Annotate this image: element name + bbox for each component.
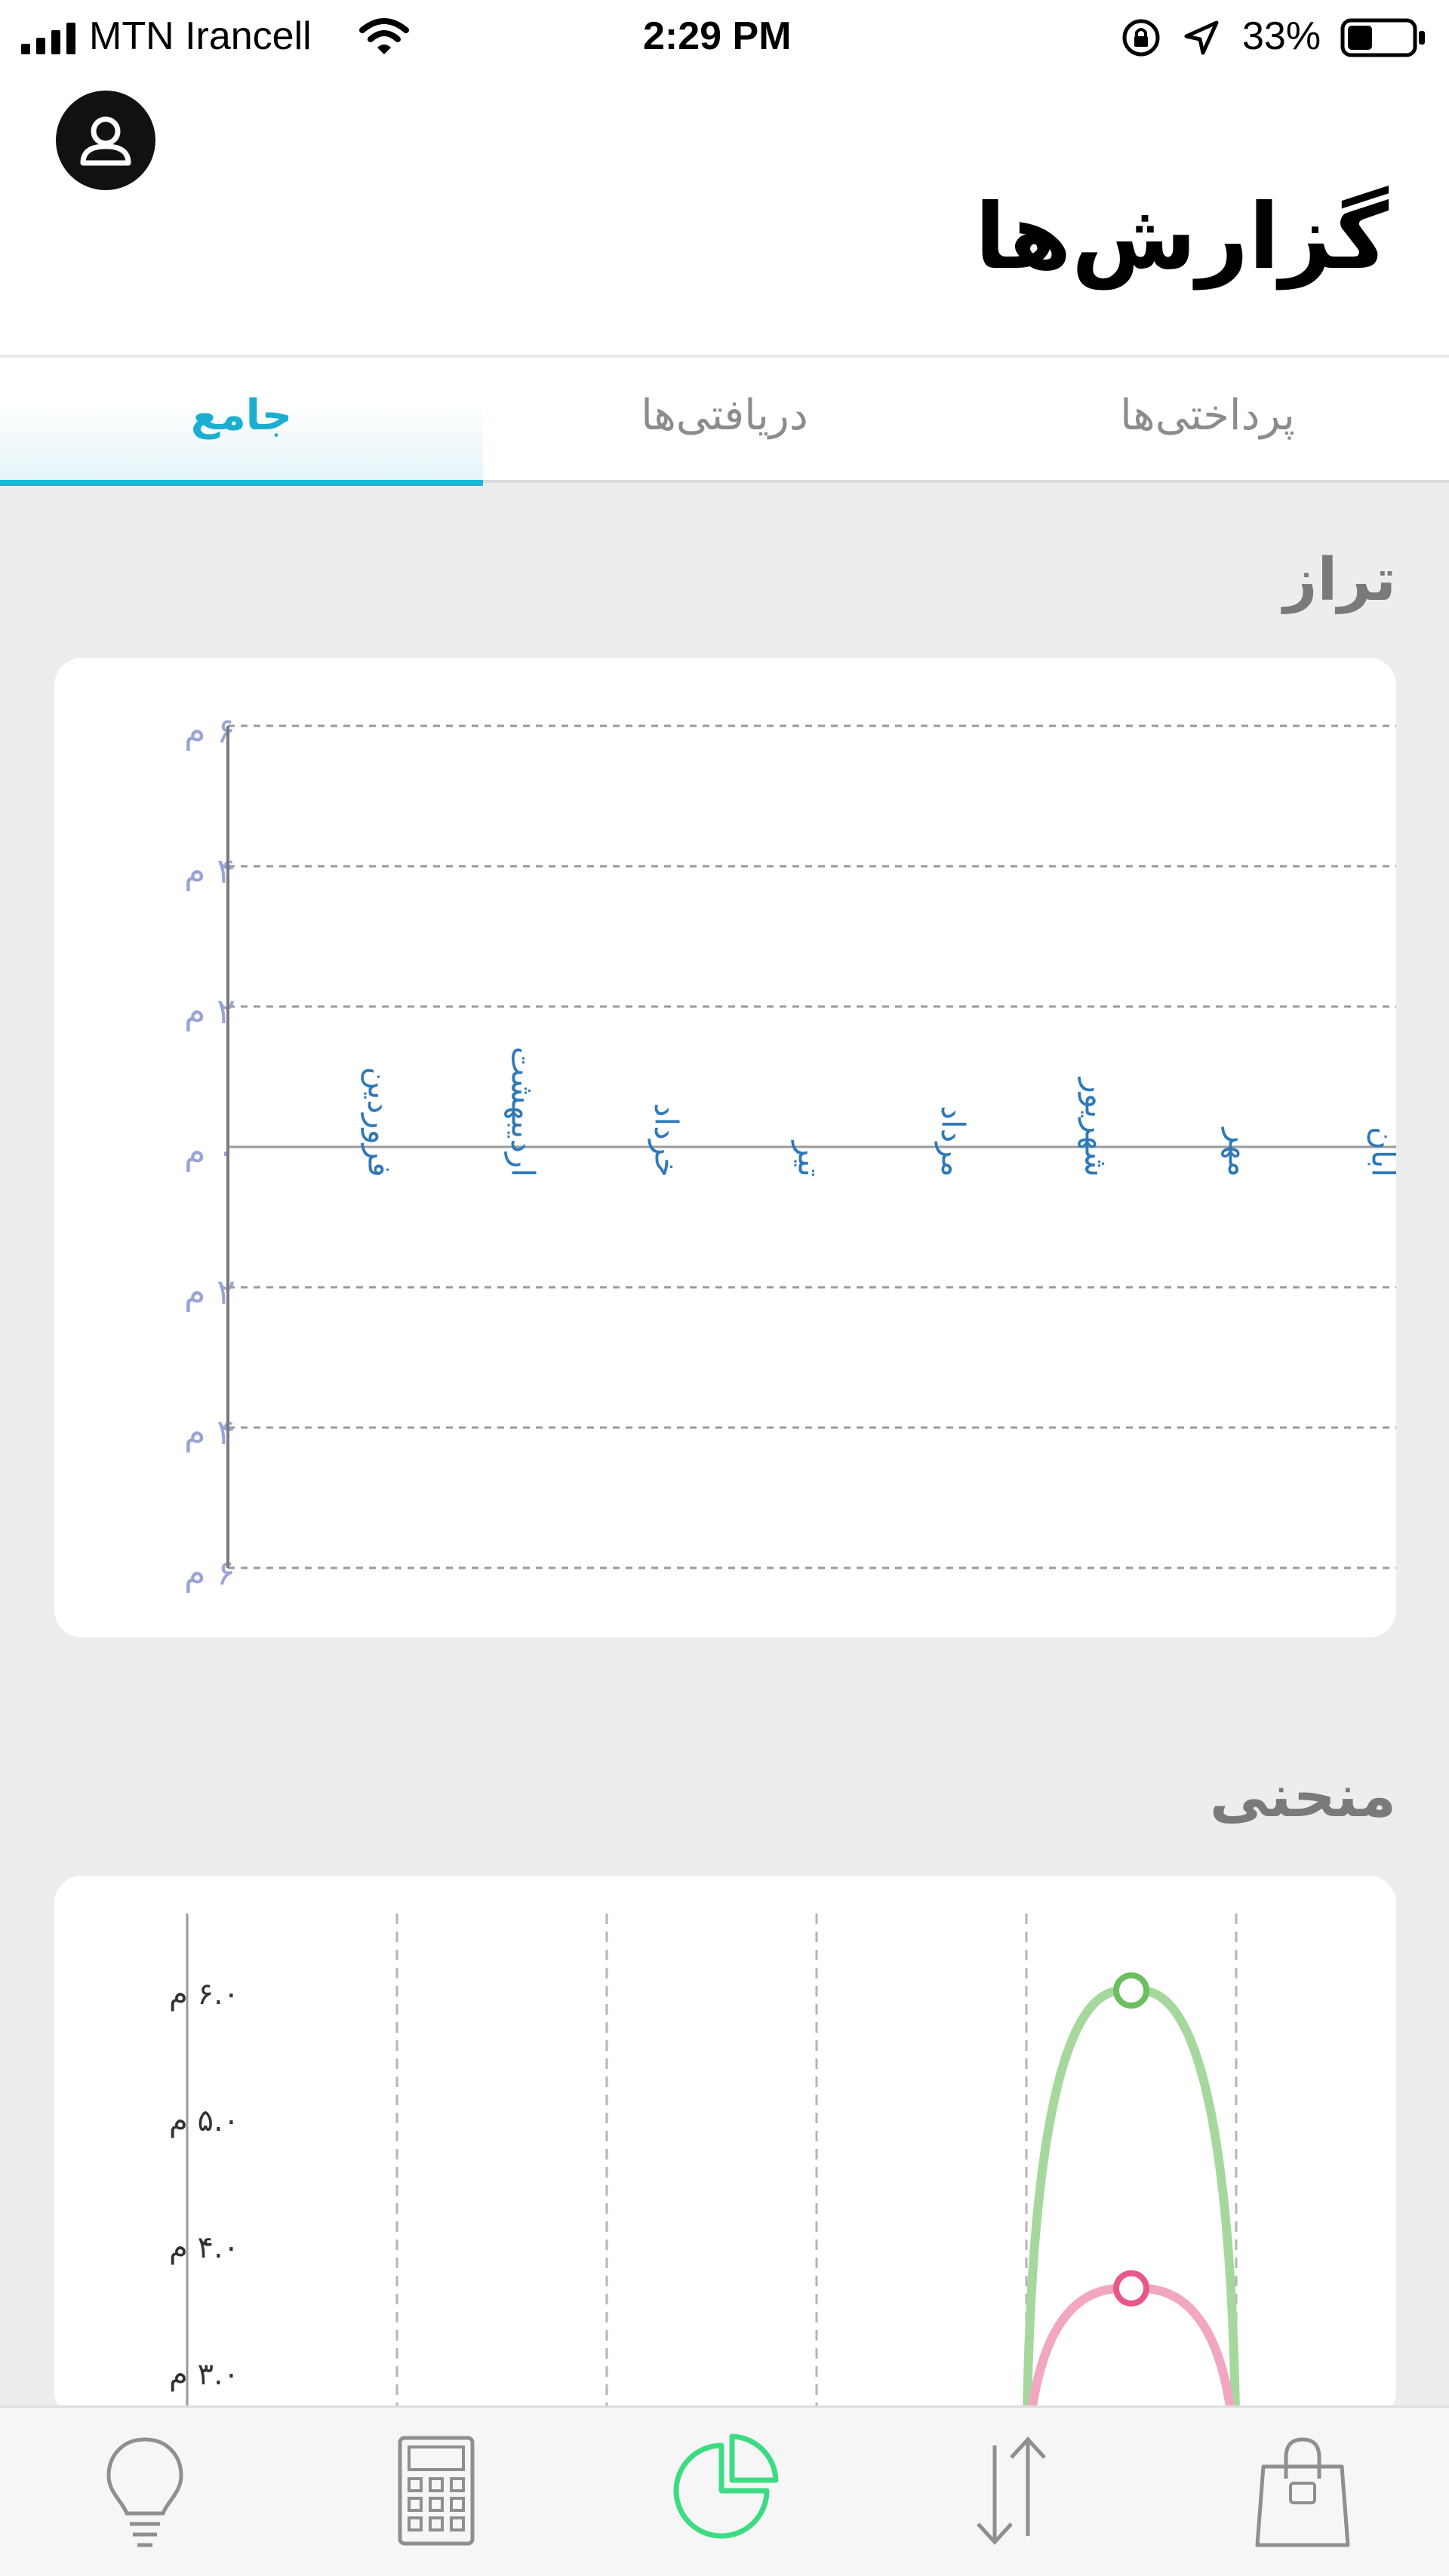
balance-chart-card: ۶ م۴ م۲ م۰ م۲ م۴ م۶ م فروردین اردیبهشت خردا… <box>54 658 1396 1637</box>
balance-chart: ۶ م۴ م۲ م۰ م۲ م۴ م۶ مفروردین اردیبهشت خردا… <box>184 710 1397 1593</box>
nav-reports[interactable] <box>649 2423 800 2559</box>
x-category-label: آبان <box>1365 1127 1397 1179</box>
x-category-label: تیر <box>792 1139 829 1177</box>
curve-chart-card: ۶.۰ م ۵.۰ م ۴.۰ م ۳.۰ م <box>54 1876 1396 2419</box>
tab-comprehensive[interactable]: جامع <box>0 358 483 486</box>
active-tab-indicator <box>0 480 483 486</box>
tab-label: پرداختی‌ها <box>1120 391 1295 440</box>
nav-transactions[interactable] <box>936 2423 1087 2559</box>
y-tick-label: ۴.۰ م <box>169 2230 239 2265</box>
y-tick-label: ۳.۰ م <box>169 2357 239 2392</box>
curve-chart: ۶.۰ م ۵.۰ م ۴.۰ م ۳.۰ م <box>169 1914 1241 2419</box>
signal-bars-icon <box>21 23 75 54</box>
nav-calculator[interactable] <box>361 2423 512 2559</box>
calculator-icon <box>398 2436 475 2546</box>
balance-section-title: تراز <box>1283 546 1396 614</box>
x-category-label: اردیبهشت <box>504 1047 542 1177</box>
shopping-bag-icon <box>1255 2437 1350 2547</box>
page-title: گزارش‌ها <box>974 185 1389 290</box>
transfer-arrows-icon <box>977 2436 1046 2545</box>
profile-button[interactable] <box>56 91 155 190</box>
report-tabs: جامع دریافتی‌ها پرداختی‌ها <box>0 355 1449 486</box>
status-time: 2:29 PM <box>643 14 792 58</box>
carrier-name: MTN Irancell <box>89 14 312 58</box>
series-line <box>1022 1985 1241 2419</box>
tab-payments[interactable]: پرداختی‌ها <box>966 358 1449 483</box>
battery-icon <box>1340 18 1425 57</box>
y-tick-label: ۶.۰ م <box>169 1977 239 2012</box>
tab-label: دریافتی‌ها <box>641 391 808 440</box>
x-category-label: مهر <box>1221 1127 1259 1177</box>
tab-receipts[interactable]: دریافتی‌ها <box>483 358 966 483</box>
battery-percent: 33% <box>1242 14 1321 58</box>
x-category-label: فروردین <box>361 1067 398 1177</box>
pie-chart-icon <box>673 2433 779 2539</box>
orientation-lock-icon <box>1122 19 1160 57</box>
y-tick-label: ۵.۰ م <box>169 2104 239 2138</box>
x-category-label: خرداد <box>648 1103 685 1177</box>
wifi-icon <box>359 18 409 54</box>
location-arrow-icon <box>1184 20 1219 55</box>
series-peak-marker <box>1113 2270 1149 2307</box>
status-bar: MTN Irancell 2:29 PM 33% <box>0 0 1449 75</box>
curve-section-title: منحنی <box>1209 1763 1396 1831</box>
x-category-label: مرداد <box>935 1105 972 1177</box>
nav-shop[interactable] <box>1227 2423 1378 2559</box>
lightbulb-icon <box>106 2437 183 2547</box>
series-peak-marker <box>1113 1972 1149 2009</box>
tab-label: جامع <box>190 391 293 440</box>
x-category-label: شهریور <box>1078 1077 1115 1177</box>
user-icon <box>80 116 131 166</box>
series-line <box>1026 2283 1237 2419</box>
nav-tips[interactable] <box>69 2423 220 2559</box>
bottom-navigation <box>0 2405 1449 2576</box>
